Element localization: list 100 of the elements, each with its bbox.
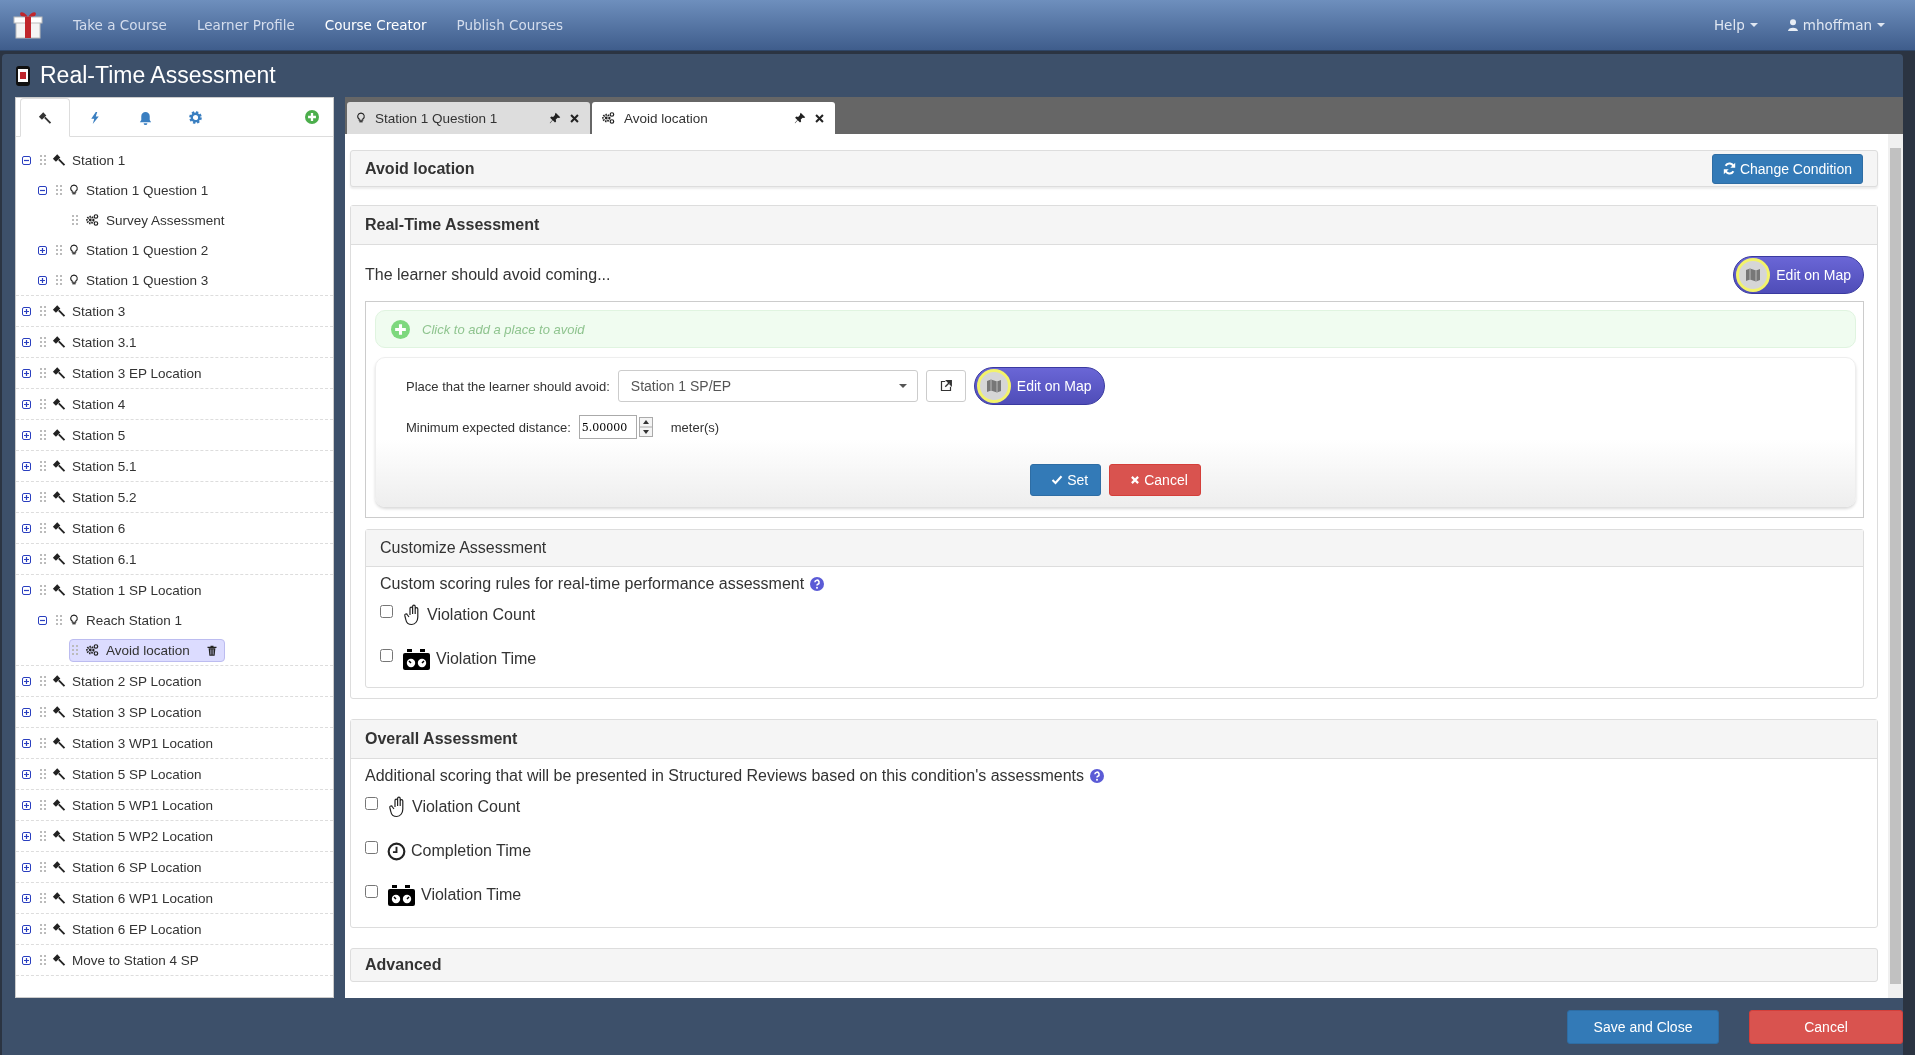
timer-icon [402, 647, 431, 671]
caret-icon [1749, 23, 1758, 27]
hammer-icon [52, 953, 66, 967]
editor-tab[interactable]: Avoid location [592, 102, 835, 134]
expand-icon[interactable] [22, 707, 31, 717]
tree-item[interactable]: Station 5 WP2 Location [37, 824, 221, 848]
expand-icon[interactable] [22, 769, 31, 779]
tree-item[interactable]: Reach Station 1 [53, 608, 190, 632]
expand-icon[interactable] [38, 275, 47, 285]
tree-item[interactable]: Station 6 SP Location [37, 855, 209, 879]
pin-icon[interactable] [549, 112, 561, 124]
close-icon[interactable] [569, 112, 580, 124]
gift-icon[interactable] [13, 10, 43, 40]
tree-item[interactable]: Station 2 SP Location [37, 669, 209, 693]
hammer-icon [52, 552, 66, 566]
expand-icon[interactable] [22, 924, 31, 934]
tree-item[interactable]: Station 5.1 [37, 454, 144, 478]
save-and-close-button[interactable]: Save and Close [1567, 1009, 1719, 1044]
tree-item[interactable]: Station 1 Question 1 [53, 178, 216, 202]
expand-icon[interactable] [22, 955, 31, 965]
expand-icon[interactable] [22, 831, 31, 841]
help-menu[interactable]: Help [1713, 17, 1758, 33]
tree-item[interactable]: Station 5.2 [37, 485, 144, 509]
edit-on-map-button[interactable]: Edit on Map [973, 367, 1105, 405]
tree-item[interactable]: Station 5 WP1 Location [37, 793, 221, 817]
nav-link[interactable]: Take a Course [73, 17, 167, 33]
panel-title: Overall Assessment [365, 730, 518, 748]
expand-icon[interactable] [22, 676, 31, 686]
hammer-icon [52, 153, 66, 167]
tree-item[interactable]: Station 3.1 [37, 330, 144, 354]
tree-item[interactable]: Station 3 WP1 Location [37, 731, 221, 755]
tree-item[interactable]: Station 3 [37, 299, 133, 323]
tree-item[interactable]: Station 1 SP Location [37, 578, 209, 602]
expand-icon[interactable] [22, 800, 31, 810]
caret-icon [898, 384, 907, 388]
expand-icon[interactable] [22, 862, 31, 872]
tree-item[interactable]: Station 1 Question 2 [53, 238, 216, 262]
phone-icon [15, 64, 31, 87]
collapse-icon[interactable] [22, 585, 31, 595]
close-icon [1130, 475, 1141, 485]
expand-icon[interactable] [22, 893, 31, 903]
tree-item[interactable]: Station 3 SP Location [37, 700, 209, 724]
tree-item[interactable]: Station 6.1 [37, 547, 144, 571]
expand-icon[interactable] [22, 399, 31, 409]
expand-icon[interactable] [22, 492, 31, 502]
tree-item[interactable]: Avoid location [69, 638, 225, 662]
collapse-icon[interactable] [22, 155, 31, 165]
expand-icon[interactable] [22, 337, 31, 347]
tree-item[interactable]: Station 5 SP Location [37, 762, 209, 786]
drag-handle-icon [56, 184, 62, 196]
tree-item[interactable]: Station 6 EP Location [37, 917, 209, 941]
spinner-icon[interactable] [638, 417, 653, 437]
tree-item[interactable]: Station 4 [37, 392, 133, 416]
expand-icon[interactable] [22, 368, 31, 378]
edit-on-map-button[interactable]: Edit on Map [1733, 256, 1864, 294]
expand-icon[interactable] [22, 738, 31, 748]
open-button[interactable] [925, 370, 966, 402]
expand-icon[interactable] [22, 306, 31, 316]
scrollbar[interactable] [1888, 134, 1903, 998]
collapse-icon[interactable] [38, 185, 47, 195]
checkbox[interactable] [365, 796, 378, 810]
timer-icon [387, 883, 416, 907]
change-condition-button[interactable]: Change Condition [1711, 153, 1863, 184]
checkbox[interactable] [380, 604, 393, 618]
collapse-icon[interactable] [38, 615, 47, 625]
tree-item[interactable]: Station 1 [37, 148, 133, 172]
lightbulb-icon [68, 613, 80, 627]
trash-icon[interactable] [205, 643, 218, 657]
expand-icon[interactable] [38, 245, 47, 255]
expand-icon[interactable] [22, 430, 31, 440]
checkbox[interactable] [365, 840, 378, 854]
close-icon[interactable] [814, 112, 825, 124]
nav-link[interactable]: Course Creator [324, 17, 427, 33]
hammer-icon [52, 860, 66, 874]
tree-item[interactable]: Station 6 [37, 516, 133, 540]
drag-handle-icon [40, 799, 46, 811]
expand-icon[interactable] [22, 461, 31, 471]
checkbox[interactable] [380, 648, 393, 662]
checkbox[interactable] [365, 884, 378, 898]
tree-item[interactable]: Station 5 [37, 423, 133, 447]
drag-handle-icon [40, 861, 46, 873]
expand-icon[interactable] [22, 523, 31, 533]
option-label: Violation Count [427, 606, 536, 624]
editor-tab[interactable]: Station 1 Question 1 [347, 102, 590, 134]
tree-item[interactable]: Survey Assessment [69, 208, 232, 232]
tree-item[interactable]: Station 3 EP Location [37, 361, 209, 385]
tree-item[interactable]: Station 1 Question 3 [53, 268, 216, 292]
cancel-button[interactable]: Cancel [1749, 1009, 1903, 1044]
add-icon[interactable] [305, 110, 319, 124]
drag-handle-icon [72, 644, 78, 656]
cancel-button[interactable]: Cancel [1109, 464, 1201, 496]
tree-item[interactable]: Station 6 WP1 Location [37, 886, 221, 910]
set-button[interactable]: Set [1030, 464, 1102, 496]
expand-icon[interactable] [22, 554, 31, 564]
pin-icon[interactable] [794, 112, 806, 124]
user-menu[interactable]: mhoffman [1787, 17, 1885, 33]
tree-item[interactable]: Move to Station 4 SP [37, 948, 206, 972]
distance-input[interactable]: 5.00000 [578, 415, 637, 439]
place-dropdown[interactable]: Station 1 SP/EP [617, 370, 918, 402]
drag-handle-icon [40, 892, 46, 904]
